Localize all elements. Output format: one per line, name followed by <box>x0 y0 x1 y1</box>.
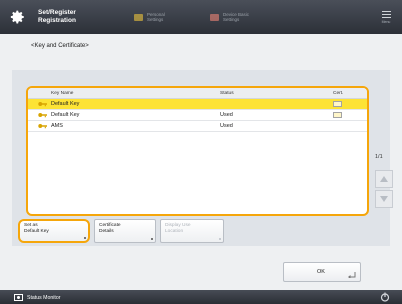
menu-icon <box>381 10 391 12</box>
breadcrumb: <Key and Certificate> <box>31 43 89 49</box>
status-monitor-button[interactable]: Status Monitor <box>14 293 60 302</box>
screen-title: Set/Register Registration <box>38 9 76 24</box>
menu-button[interactable]: Menu <box>376 4 396 30</box>
scroll-up-button[interactable] <box>375 170 393 188</box>
key-status: Used <box>220 123 233 130</box>
device-settings-icon <box>210 13 219 21</box>
key-list[interactable]: Key Name Status Cert. Default Key Defaul… <box>26 86 369 216</box>
display-use-location-button[interactable]: Display Use Location <box>160 219 224 243</box>
column-key-name: Key Name <box>51 90 74 96</box>
arrow-up-icon <box>380 176 388 182</box>
power-save-icon[interactable] <box>380 292 390 302</box>
arrow-down-icon <box>380 196 388 202</box>
key-icon <box>38 124 47 129</box>
certificate-icon <box>333 100 342 107</box>
key-name: AMS <box>51 123 63 130</box>
corner-marker-icon <box>219 238 221 240</box>
column-cert: Cert. <box>333 90 344 96</box>
key-icon <box>38 102 47 107</box>
ok-button[interactable]: OK <box>283 262 361 282</box>
corner-marker-icon <box>84 237 86 239</box>
gear-icon <box>10 10 24 24</box>
enter-icon <box>348 272 356 278</box>
key-list-panel: Key Name Status Cert. Default Key Defaul… <box>12 70 393 246</box>
certificate-details-button[interactable]: Certificate Details <box>94 219 156 243</box>
scroll-down-button[interactable] <box>375 190 393 208</box>
key-icon <box>38 113 47 118</box>
list-item[interactable]: AMS Used <box>28 121 367 132</box>
corner-marker-icon <box>151 238 153 240</box>
key-name: Default Key <box>51 101 80 108</box>
key-name: Default Key <box>51 112 80 119</box>
status-monitor-icon <box>14 293 23 301</box>
list-item[interactable]: Default Key Used <box>28 110 367 121</box>
device-basic-settings-button[interactable]: Device Basic Settings <box>210 7 249 27</box>
personal-settings-button[interactable]: Personal Settings <box>134 7 165 27</box>
column-status: Status <box>220 90 234 96</box>
list-header: Key Name Status Cert. <box>28 88 367 99</box>
list-item[interactable]: Default Key <box>28 99 367 110</box>
top-bar: Set/Register Registration Personal Setti… <box>0 0 402 34</box>
certificate-icon <box>333 111 342 118</box>
set-as-default-key-button[interactable]: Set as Default Key <box>18 219 90 243</box>
personal-settings-icon <box>134 13 143 21</box>
page-indicator: 1/1 <box>375 154 383 160</box>
key-status: Used <box>220 112 233 119</box>
bottom-bar: Status Monitor <box>0 290 402 304</box>
